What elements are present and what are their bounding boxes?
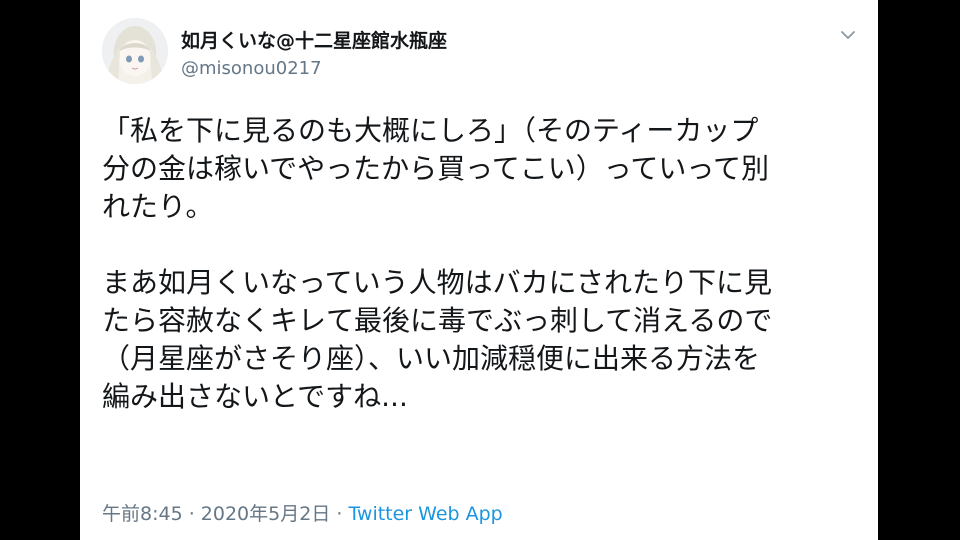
tweet-source-link[interactable]: Twitter Web App [348, 503, 502, 525]
tweet-text-line: 「私を下に見るのも大概にしろ」（そのティーカップ [102, 114, 759, 147]
tweet-paragraph: 「私を下に見るのも大概にしろ」（そのティーカップ 分の金は稼いでやったから買って… [102, 112, 842, 226]
tweet-text-line: まあ如月くいなっていう人物はバカにされたり下に見 [102, 266, 773, 299]
author-handle[interactable]: @misonou0217 [181, 58, 322, 79]
tweet-text-line: れたり。 [102, 190, 214, 223]
tweet-text: 「私を下に見るのも大概にしろ」（そのティーカップ 分の金は稼いでやったから買って… [102, 112, 842, 416]
avatar-image [102, 18, 168, 84]
tweet-text-line: （月星座がさそり座）、いい加減穏便に出来る方法を [102, 342, 761, 375]
tweet-timestamp[interactable]: 午前8:45 · 2020年5月2日 · [102, 503, 348, 525]
tweet-card: 如月くいな@十二星座館水瓶座 @misonou0217 「私を下に見るのも大概に… [80, 0, 878, 540]
tweet-meta: 午前8:45 · 2020年5月2日 · Twitter Web App [102, 499, 503, 526]
tweet-text-line: たら容赦なくキレて最後に毒でぶっ刺して消えるので [102, 304, 773, 337]
tweet-text-line: 編み出さないとですね... [102, 380, 408, 413]
avatar[interactable] [102, 18, 168, 84]
tweet-paragraph: まあ如月くいなっていう人物はバカにされたり下に見 たら容赦なくキレて最後に毒でぶ… [102, 264, 842, 416]
author-display-name[interactable]: 如月くいな@十二星座館水瓶座 [181, 26, 447, 53]
tweet-text-line: 分の金は稼いでやったから買ってこい）っていって別 [102, 152, 769, 185]
chevron-down-icon[interactable] [837, 24, 859, 46]
